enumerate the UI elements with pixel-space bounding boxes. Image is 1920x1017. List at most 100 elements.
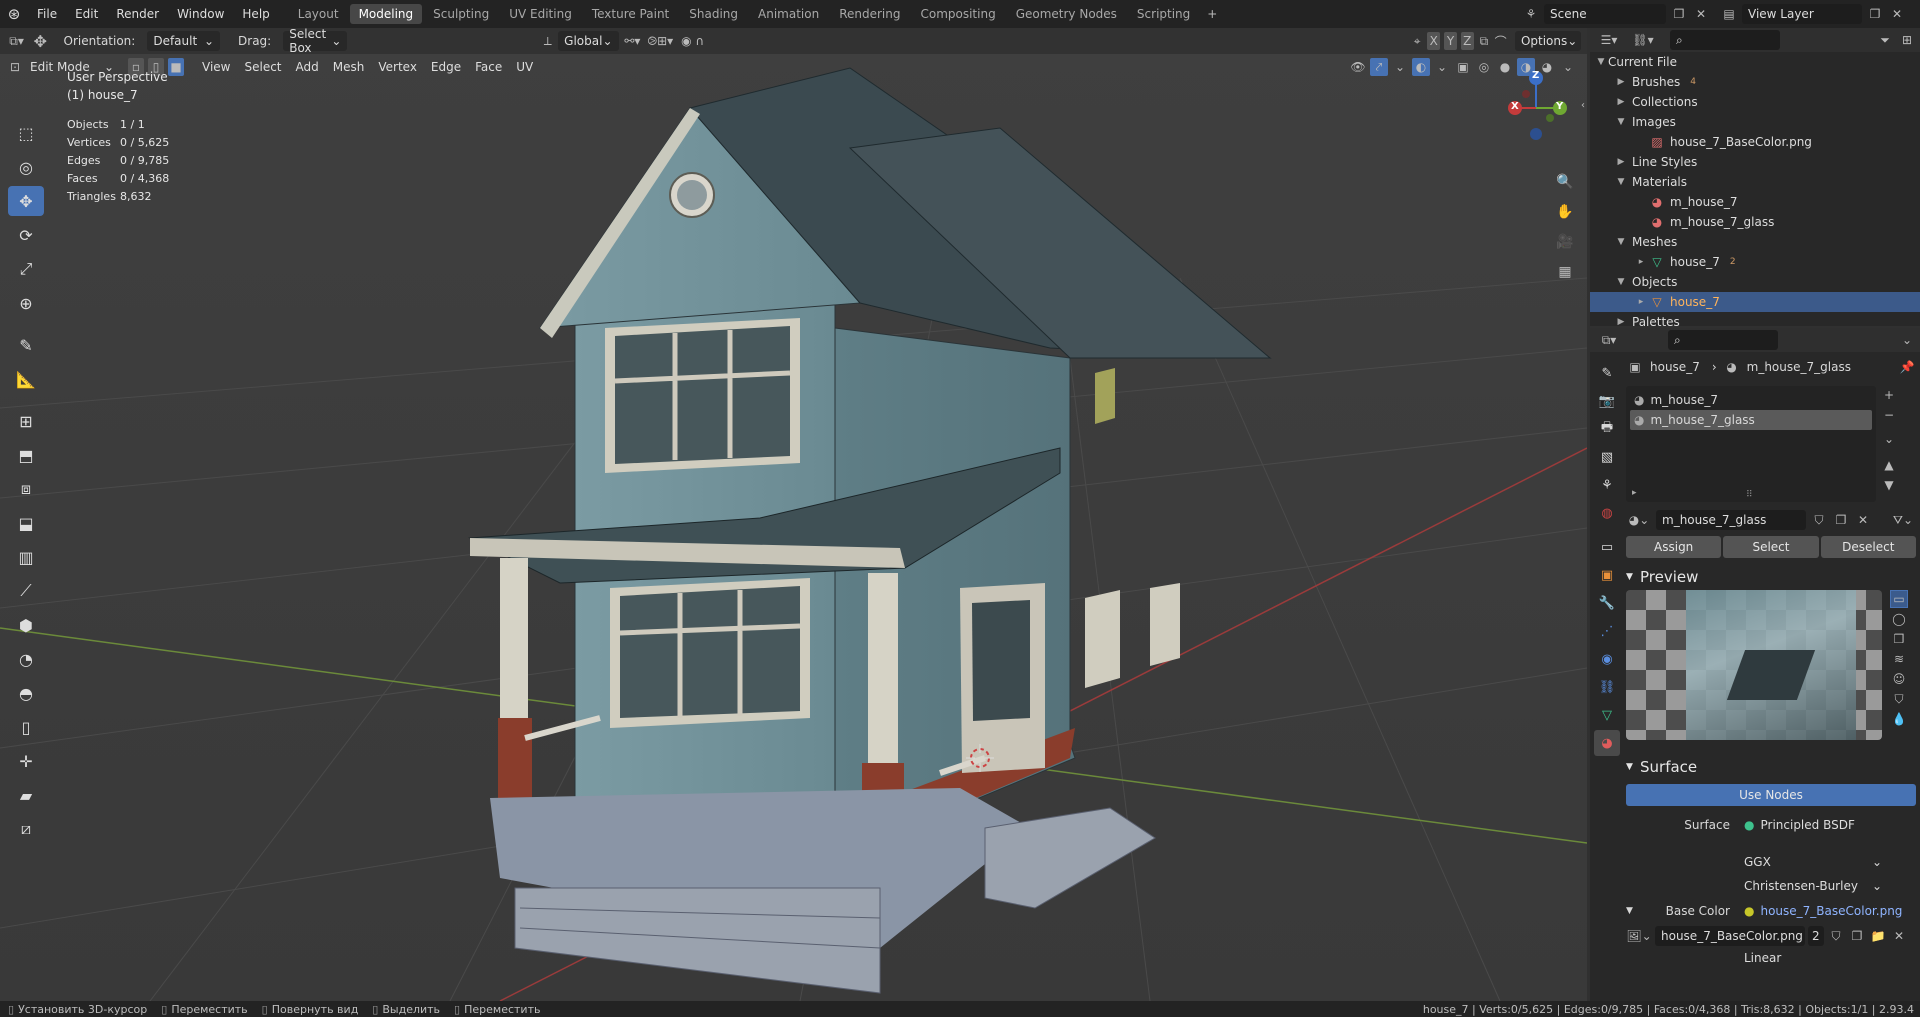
extrude-tool-icon[interactable]: ⬒ bbox=[8, 440, 44, 470]
select-button[interactable]: Select bbox=[1723, 536, 1819, 558]
mode-icon[interactable]: ⊡ bbox=[6, 58, 24, 76]
edge-slide-tool-icon[interactable]: ▯ bbox=[8, 712, 44, 742]
interpolation-dropdown[interactable]: Linear bbox=[1738, 950, 1888, 966]
tab-scripting[interactable]: Scripting bbox=[1128, 4, 1199, 24]
mirror-y-toggle[interactable]: Y bbox=[1444, 32, 1457, 50]
image-users-count[interactable]: 2 bbox=[1808, 926, 1824, 946]
fake-user-icon[interactable]: ⛉ bbox=[1810, 511, 1828, 529]
view-layer-tab-icon[interactable]: ▧ bbox=[1594, 444, 1620, 470]
menu-render[interactable]: Render bbox=[107, 0, 168, 28]
spin-tool-icon[interactable]: ◔ bbox=[8, 644, 44, 674]
outliner-search-input[interactable]: ⌕ bbox=[1670, 30, 1780, 50]
copy-scene-icon[interactable]: ❐ bbox=[1670, 5, 1688, 23]
orientation-dropdown[interactable]: Default ⌄ bbox=[147, 31, 221, 51]
tab-sculpting[interactable]: Sculpting bbox=[424, 4, 498, 24]
preview-flat-icon[interactable]: ▭ bbox=[1890, 590, 1908, 608]
blender-logo-icon[interactable]: ⊛ bbox=[0, 0, 28, 28]
image-browse-icon[interactable]: 🖼⌄ bbox=[1626, 927, 1652, 945]
slot-specials-icon[interactable]: ⌄ bbox=[1880, 430, 1898, 448]
add-cube-tool-icon[interactable]: ⊞ bbox=[8, 406, 44, 436]
tab-uv-editing[interactable]: UV Editing bbox=[500, 4, 581, 24]
tab-modeling[interactable]: Modeling bbox=[349, 4, 423, 24]
perspective-grid-icon[interactable]: ▦ bbox=[1553, 260, 1577, 284]
subsurface-method-dropdown[interactable]: Christensen-Burley ⌄ bbox=[1738, 876, 1888, 896]
data-tab-icon[interactable]: ▽ bbox=[1594, 702, 1620, 728]
smooth-tool-icon[interactable]: ◓ bbox=[8, 678, 44, 708]
remove-view-layer-icon[interactable]: ✕ bbox=[1888, 5, 1906, 23]
world-tab-icon[interactable]: ◍ bbox=[1594, 500, 1620, 526]
outliner-item[interactable]: ▼ Materials bbox=[1590, 172, 1920, 192]
zoom-icon[interactable]: 🔍 bbox=[1553, 170, 1577, 194]
expand-triangle-icon[interactable]: ▼ bbox=[1614, 117, 1628, 127]
preview-sphere-icon[interactable]: ◯ bbox=[1890, 610, 1908, 628]
outliner-item[interactable]: ▸ ▽ house_7 bbox=[1590, 292, 1920, 312]
chevron-down-icon[interactable]: ⌄ bbox=[1898, 331, 1916, 349]
gizmo-icon[interactable]: ⤤ bbox=[1370, 58, 1388, 76]
outliner-item[interactable]: ◕ m_house_7_glass bbox=[1590, 212, 1920, 232]
expand-triangle-icon[interactable]: ▶ bbox=[1614, 157, 1628, 167]
tab-compositing[interactable]: Compositing bbox=[911, 4, 1004, 24]
link-icon[interactable]: ⛛⌄ bbox=[1890, 511, 1916, 529]
face-select-mode-icon[interactable]: ■ bbox=[168, 58, 184, 76]
menu-edge[interactable]: Edge bbox=[425, 56, 467, 78]
move-slot-up-icon[interactable]: ▲ bbox=[1880, 456, 1898, 474]
tab-rendering[interactable]: Rendering bbox=[830, 4, 909, 24]
expand-triangle-icon[interactable]: ▶ bbox=[1614, 77, 1628, 87]
collection-tab-icon[interactable]: ▭ bbox=[1594, 534, 1620, 560]
menu-mesh[interactable]: Mesh bbox=[327, 56, 371, 78]
add-workspace-icon[interactable]: + bbox=[1203, 5, 1221, 23]
preview-panel-header[interactable]: ▼ Preview bbox=[1626, 564, 1916, 590]
outliner-item[interactable]: ▼ Images bbox=[1590, 112, 1920, 132]
material-name-field[interactable]: m_house_7_glass bbox=[1656, 510, 1806, 530]
properties-editor-icon[interactable]: ⧉▾ bbox=[1594, 331, 1624, 349]
menu-view[interactable]: View bbox=[196, 56, 236, 78]
modifiers-tab-icon[interactable]: 🔧 bbox=[1594, 590, 1620, 616]
move-tool-icon[interactable]: ✥ bbox=[8, 186, 44, 216]
browse-material-icon[interactable]: ◕⌄ bbox=[1626, 511, 1652, 529]
shear-tool-icon[interactable]: ▰ bbox=[8, 780, 44, 810]
auto-merge-icon[interactable]: ⧉ bbox=[1478, 32, 1491, 50]
material-slot[interactable]: ◕ m_house_7 bbox=[1630, 390, 1872, 410]
list-expand-icon[interactable]: ▸ bbox=[1632, 488, 1637, 498]
fake-user-icon[interactable]: ⛉ bbox=[1827, 927, 1845, 945]
pivot-point-icon[interactable]: ⚯▾ bbox=[623, 32, 643, 50]
surface-shader-dropdown[interactable]: ● Principled BSDF bbox=[1738, 815, 1888, 835]
outliner-root[interactable]: ▼ Current File bbox=[1590, 52, 1920, 72]
inset-tool-icon[interactable]: ⧈ bbox=[8, 474, 44, 504]
render-tab-icon[interactable]: 📷 bbox=[1594, 388, 1620, 414]
editor-type-icon[interactable]: ⧉▾ bbox=[6, 32, 27, 50]
menu-select[interactable]: Select bbox=[238, 56, 287, 78]
duplicate-image-icon[interactable]: ❐ bbox=[1848, 927, 1866, 945]
scene-field[interactable]: Scene bbox=[1544, 4, 1666, 24]
outliner-item[interactable]: ▨ house_7_BaseColor.png bbox=[1590, 132, 1920, 152]
copy-view-layer-icon[interactable]: ❐ bbox=[1866, 5, 1884, 23]
mirror-x-toggle[interactable]: X bbox=[1427, 32, 1441, 50]
chevron-down-icon[interactable]: ⌄ bbox=[1433, 58, 1451, 76]
menu-window[interactable]: Window bbox=[168, 0, 233, 28]
constraints-tab-icon[interactable]: ⛓ bbox=[1594, 674, 1620, 700]
duplicate-material-icon[interactable]: ❐ bbox=[1832, 511, 1850, 529]
menu-uv[interactable]: UV bbox=[510, 56, 539, 78]
base-color-input[interactable]: ● house_7_BaseColor.png bbox=[1738, 901, 1902, 921]
move-slot-down-icon[interactable]: ▼ bbox=[1880, 476, 1898, 494]
new-collection-icon[interactable]: ⊞ bbox=[1898, 31, 1916, 49]
overlays-icon[interactable]: ◐ bbox=[1412, 58, 1430, 76]
pin-icon[interactable]: 📌 bbox=[1898, 358, 1916, 376]
viewport-gizmo-toggle-icon[interactable]: ⌖ bbox=[1411, 32, 1424, 50]
outliner-item[interactable]: ▶ Brushes 4 bbox=[1590, 72, 1920, 92]
list-resize-handle[interactable]: ⠿ bbox=[1746, 490, 1753, 500]
preview-cloth-icon[interactable]: ⛉ bbox=[1890, 690, 1908, 708]
pan-hand-icon[interactable]: ✋ bbox=[1553, 200, 1577, 224]
add-slot-icon[interactable]: + bbox=[1880, 386, 1898, 404]
snap-icon[interactable]: ⧁⊞▾ bbox=[646, 32, 674, 50]
rotate-tool-icon[interactable]: ⟳ bbox=[8, 220, 44, 250]
wireframe-shading-icon[interactable]: ◎ bbox=[1475, 58, 1493, 76]
filter-icon[interactable]: ⏷ bbox=[1876, 31, 1894, 49]
shrink-fatten-tool-icon[interactable]: ✛ bbox=[8, 746, 44, 776]
sidebar-toggle-icon[interactable]: ‹ bbox=[1574, 96, 1587, 114]
loop-cut-tool-icon[interactable]: ▥ bbox=[8, 542, 44, 572]
rip-tool-icon[interactable]: ⧄ bbox=[8, 814, 44, 844]
preview-hair-icon[interactable]: ≋ bbox=[1890, 650, 1908, 668]
unlink-material-icon[interactable]: ✕ bbox=[1854, 511, 1872, 529]
scale-tool-icon[interactable]: ⤢ bbox=[8, 254, 44, 284]
